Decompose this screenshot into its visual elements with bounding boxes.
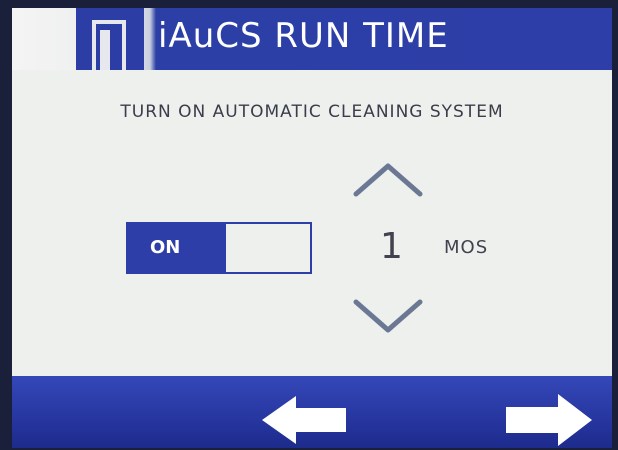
page-title: iAuCS RUN TIME bbox=[158, 16, 449, 56]
device-screen: iAuCS RUN TIME TURN ON AUTOMATIC CLEANIN… bbox=[12, 8, 612, 448]
header-bar: iAuCS RUN TIME bbox=[12, 8, 612, 70]
arrow-left-icon[interactable] bbox=[260, 394, 350, 448]
iaucs-logo-icon bbox=[76, 8, 144, 70]
cleaning-system-toggle[interactable]: ON bbox=[126, 222, 312, 274]
stepper-unit: MOS bbox=[444, 237, 489, 258]
instruction-text: TURN ON AUTOMATIC CLEANING SYSTEM bbox=[120, 102, 504, 122]
chevron-up-icon[interactable] bbox=[352, 160, 424, 204]
toggle-label: ON bbox=[150, 237, 181, 258]
footer-bar bbox=[12, 376, 612, 448]
arrow-right-icon[interactable] bbox=[502, 392, 594, 448]
chevron-down-icon[interactable] bbox=[352, 296, 424, 340]
stepper-value: 1 bbox=[380, 226, 403, 267]
toggle-on-segment: ON bbox=[128, 224, 226, 272]
